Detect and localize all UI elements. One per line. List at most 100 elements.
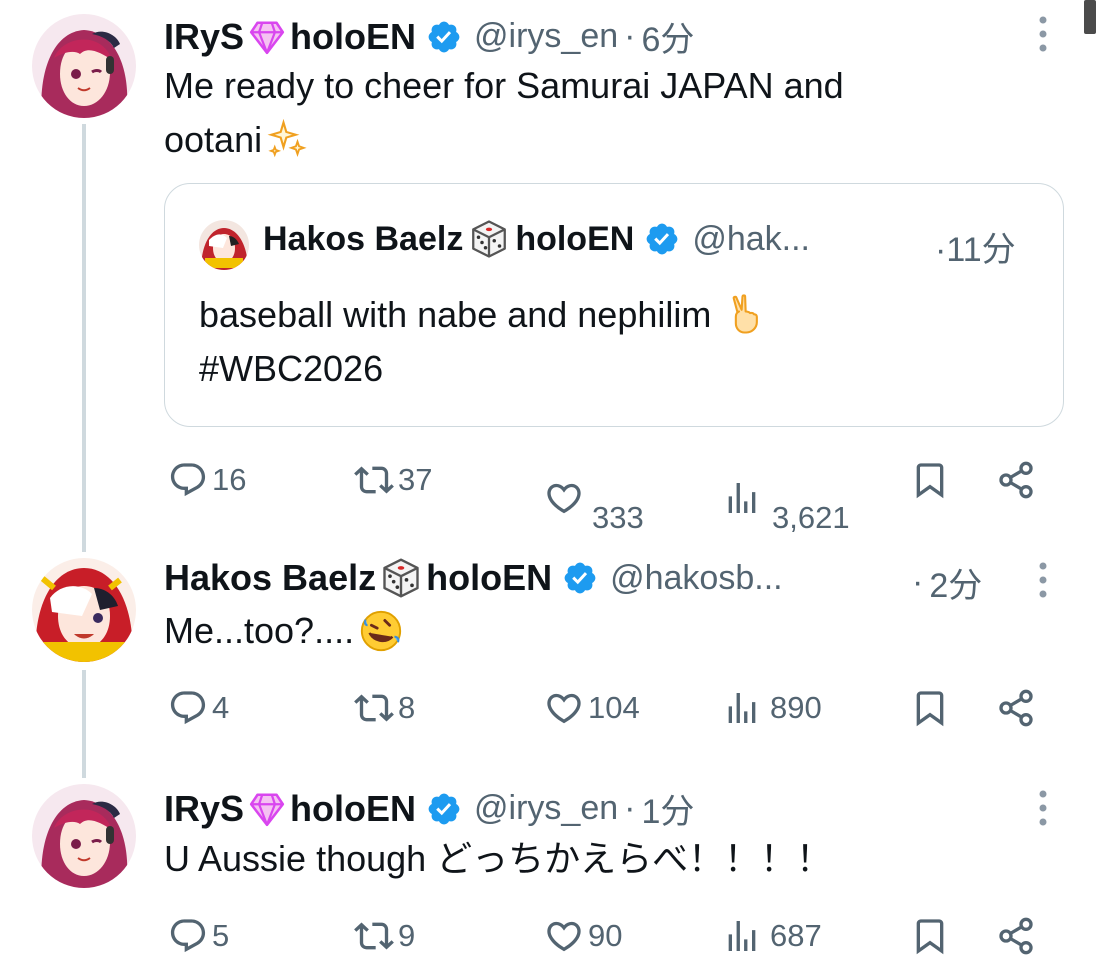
reply-button[interactable]: 4 <box>168 688 229 728</box>
like-count: 104 <box>588 690 640 725</box>
avatar[interactable] <box>32 784 136 888</box>
display-name-suffix[interactable]: holoEN <box>426 557 552 599</box>
gem-icon <box>246 790 288 828</box>
quote-text-line: baseball with nabe and nephilim <box>199 294 712 335</box>
reply-count: 16 <box>212 462 247 497</box>
retweet-icon <box>354 688 394 728</box>
retweet-button[interactable]: 8 <box>354 688 415 728</box>
tweet-text-line: Me...too?.... <box>164 610 355 651</box>
avatar[interactable] <box>32 558 136 662</box>
tweet[interactable]: IRyS holoEN @irys_en · 6分 Me ready to ch… <box>0 0 1096 540</box>
reply-icon <box>168 688 208 728</box>
verified-badge-icon <box>426 791 462 827</box>
retweet-button[interactable]: 37 <box>354 460 432 500</box>
time[interactable]: 2分 <box>929 558 982 607</box>
more-options-icon[interactable] <box>1034 788 1052 828</box>
tweet-text: U Aussie though どっちかえらべ！！！！ <box>164 832 832 886</box>
view-count: 687 <box>770 918 822 953</box>
sparkles-icon <box>266 119 308 161</box>
reply-icon <box>168 916 208 956</box>
dice-icon <box>467 218 511 260</box>
reply-button[interactable]: 16 <box>168 460 246 500</box>
display-name[interactable]: IRyS <box>164 16 244 58</box>
heart-icon <box>544 688 584 728</box>
retweet-icon <box>354 916 394 956</box>
share-button[interactable] <box>996 688 1036 728</box>
like-button[interactable]: 90 <box>544 916 622 956</box>
like-count: 333 <box>592 500 644 535</box>
tweet-text-line: Me ready to cheer for Samurai JAPAN and <box>164 65 844 106</box>
hashtag-link[interactable]: #WBC2026 <box>199 342 767 396</box>
share-button[interactable] <box>996 916 1036 956</box>
user-handle[interactable]: @hakosb... <box>610 559 783 598</box>
bookmark-button[interactable] <box>910 916 950 956</box>
bookmark-icon <box>910 688 950 728</box>
quote-timestamp[interactable]: ·11分 <box>935 222 1016 271</box>
quote-user-handle[interactable]: @hak... <box>692 220 810 259</box>
heart-icon <box>544 916 584 956</box>
retweet-count: 9 <box>398 918 416 953</box>
verified-badge-icon <box>426 19 462 55</box>
views-button[interactable]: 687 <box>722 916 822 956</box>
quote-display-name[interactable]: Hakos Baelz <box>263 220 463 259</box>
user-handle[interactable]: @irys_en <box>474 17 618 56</box>
tweet-actions: 4 8 104 890 <box>0 680 1096 740</box>
reply-count: 4 <box>212 690 230 725</box>
share-icon <box>996 916 1036 956</box>
more-options-icon[interactable] <box>1034 560 1052 600</box>
view-count: 890 <box>770 690 822 725</box>
display-name-suffix[interactable]: holoEN <box>290 16 416 58</box>
views-chart-icon <box>722 688 762 728</box>
quote-tweet-card[interactable]: Hakos Baelz holoEN @hak... ·11分 baseball… <box>164 183 1064 427</box>
share-icon <box>996 460 1036 500</box>
like-button[interactable]: 104 <box>544 688 640 728</box>
tweet-text-line: ootani <box>164 119 263 160</box>
verified-badge-icon <box>562 560 598 596</box>
views-button[interactable]: 890 <box>722 688 822 728</box>
separator-dot: · <box>624 17 636 55</box>
tweet[interactable]: IRyS holoEN @irys_en · 1分 U Aussie thoug… <box>0 780 1096 971</box>
retweet-button[interactable]: 9 <box>354 916 415 956</box>
tweet-header: IRyS holoEN @irys_en · 6分 <box>164 12 694 61</box>
like-button[interactable]: 333 <box>544 460 644 536</box>
display-name[interactable]: Hakos Baelz <box>164 557 376 599</box>
display-name[interactable]: IRyS <box>164 788 244 830</box>
retweet-icon <box>354 460 394 500</box>
bookmark-icon <box>910 460 950 500</box>
retweet-count: 8 <box>398 690 416 725</box>
tweet-actions: 5 9 90 687 <box>0 914 1096 974</box>
display-name-suffix[interactable]: holoEN <box>290 788 416 830</box>
reply-button[interactable]: 5 <box>168 916 229 956</box>
share-icon <box>996 688 1036 728</box>
tweet-text: Me ready to cheer for Samurai JAPAN and … <box>164 59 844 167</box>
tweet-text: Me...too?.... <box>164 604 404 658</box>
separator-dot: · <box>624 789 636 827</box>
timestamp[interactable]: · 2分 <box>912 558 982 607</box>
tweet[interactable]: Hakos Baelz holoEN @hakosb... · 2分 Me...t… <box>0 552 1096 772</box>
share-button[interactable] <box>996 460 1036 500</box>
timestamp[interactable]: 1分 <box>641 784 694 833</box>
timestamp[interactable]: 6分 <box>641 12 694 61</box>
like-count: 90 <box>588 918 623 953</box>
tweet-header: Hakos Baelz holoEN @hakosb... <box>164 556 783 600</box>
more-options-icon[interactable] <box>1034 14 1052 54</box>
verified-badge-icon <box>644 221 680 257</box>
bookmark-button[interactable] <box>910 688 950 728</box>
separator-dot: · <box>912 563 924 601</box>
quote-display-name-suffix[interactable]: holoEN <box>515 220 634 259</box>
tweet-actions: 16 37 333 3,621 <box>0 450 1096 535</box>
user-handle[interactable]: @irys_en <box>474 789 618 828</box>
quote-avatar[interactable] <box>199 220 249 270</box>
quote-text: baseball with nabe and nephilim #WBC2026 <box>199 288 767 396</box>
bookmark-button[interactable] <box>910 460 950 500</box>
heart-icon <box>544 478 584 518</box>
rolling-laughing-icon <box>358 608 404 654</box>
quote-time[interactable]: 11分 <box>946 231 1015 269</box>
views-button[interactable]: 3,621 <box>722 460 850 536</box>
separator-dot: · <box>935 231 947 269</box>
reply-count: 5 <box>212 918 230 953</box>
gem-icon <box>246 18 288 56</box>
tweet-header: IRyS holoEN @irys_en · 1分 <box>164 784 694 833</box>
avatar[interactable] <box>32 14 136 118</box>
views-chart-icon <box>722 478 762 518</box>
